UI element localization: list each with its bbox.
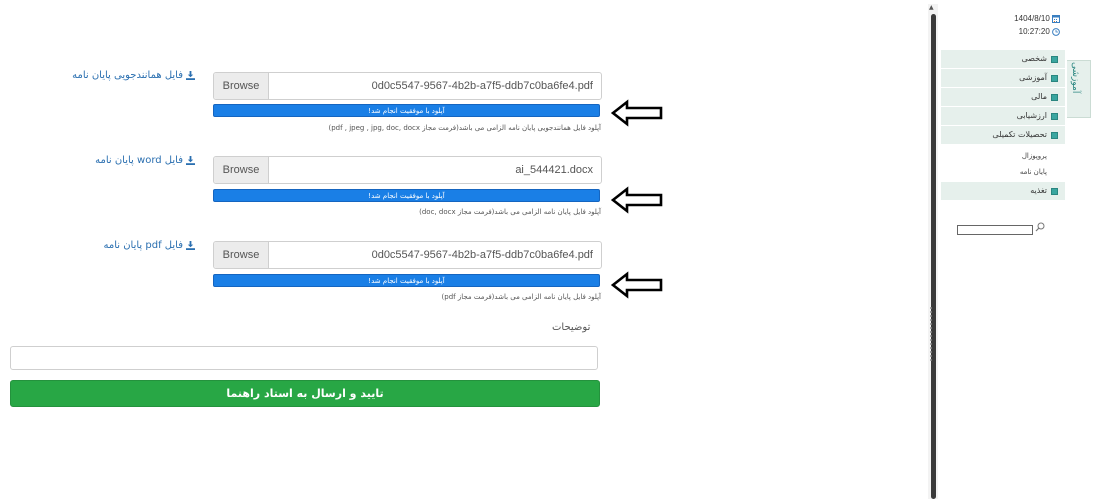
sidebar-menu: شخصی آموزشی مالی ارزشیابی تحصیلات تکمیلی… <box>941 50 1065 201</box>
download-link-label: فایل همانندجویی پایان نامه <box>72 70 183 81</box>
sidebar-item-label: تحصیلات تکمیلی <box>992 130 1047 139</box>
scrollbar-thumb[interactable] <box>931 14 936 499</box>
download-icon <box>186 71 195 80</box>
sidebar-search-input[interactable] <box>957 225 1033 235</box>
grid-bullet-icon <box>1051 131 1058 139</box>
date-time-panel: 1404/8/10 10:27:20 <box>1000 12 1060 38</box>
upload-progress-bar: آپلود با موفقیت انجام شد! <box>213 274 600 287</box>
sidebar-item-evaluation[interactable]: ارزشیابی <box>941 107 1065 125</box>
sidebar-item-educational[interactable]: آموزشی <box>941 69 1065 87</box>
browse-button[interactable]: Browse <box>214 157 269 183</box>
left-arrow-icon <box>611 99 663 127</box>
download-link-label: فایل pdf پایان نامه <box>103 240 183 251</box>
grid-bullet-icon <box>1051 112 1058 120</box>
sidebar-item-financial[interactable]: مالی <box>941 88 1065 106</box>
upload-progress-bar: آپلود با موفقیت انجام شد! <box>213 189 600 202</box>
upload-hint: آپلود فایل همانندجویی پایان نامه الزامی … <box>328 124 601 132</box>
upload-hint: آپلود فایل پایان نامه الزامی می باشد(فرم… <box>441 293 601 301</box>
sidebar-item-label: آموزشی <box>1019 73 1047 82</box>
download-icon <box>186 156 195 165</box>
sidebar-item-graduate-studies[interactable]: تحصیلات تکمیلی <box>941 126 1065 144</box>
grid-bullet-icon <box>1051 93 1058 101</box>
download-link-word[interactable]: فایل word پایان نامه <box>95 155 195 166</box>
selected-file-name: ai_544421.docx <box>515 164 593 176</box>
sidebar-item-label: ارزشیابی <box>1016 111 1047 120</box>
file-input-pdf[interactable]: Browse 0d0c5547-9567-4b2b-a7f5-ddb7c0ba6… <box>213 241 602 269</box>
upload-progress-bar: آپلود با موفقیت انجام شد! <box>213 104 600 117</box>
clock-icon <box>1052 27 1060 36</box>
sidebar-subitem-thesis[interactable]: پایان نامه <box>941 164 1065 180</box>
upload-hint: آپلود فایل پایان نامه الزامی می باشد(فرم… <box>419 208 601 216</box>
calendar-icon <box>1052 14 1060 23</box>
download-link-pdf[interactable]: فایل pdf پایان نامه <box>103 240 195 251</box>
splitter-grip[interactable] <box>929 306 933 362</box>
browse-button[interactable]: Browse <box>214 73 269 99</box>
selected-file-name: 0d0c5547-9567-4b2b-a7f5-ddb7c0ba6fe4.pdf <box>371 249 593 261</box>
sidebar-item-nutrition[interactable]: تغذیه <box>941 182 1065 200</box>
description-input[interactable] <box>10 346 598 370</box>
scroll-up-arrow-icon[interactable]: ▲ <box>929 4 934 11</box>
grid-bullet-icon <box>1051 74 1058 82</box>
download-icon <box>186 241 195 250</box>
sidebar-item-personal[interactable]: شخصی <box>941 50 1065 68</box>
grid-bullet-icon <box>1051 55 1058 63</box>
file-input-word[interactable]: Browse ai_544421.docx <box>213 156 602 184</box>
selected-file-name: 0d0c5547-9567-4b2b-a7f5-ddb7c0ba6fe4.pdf <box>371 80 593 92</box>
grid-bullet-icon <box>1051 187 1058 195</box>
search-icon[interactable] <box>1035 222 1045 232</box>
sidebar-subitem-proposal[interactable]: پروپوزال <box>941 148 1065 164</box>
current-time: 10:27:20 <box>1018 27 1050 36</box>
sidebar-item-label: شخصی <box>1021 54 1047 63</box>
left-arrow-icon <box>611 271 663 299</box>
description-label: توضیحات <box>552 322 591 333</box>
browse-button[interactable]: Browse <box>214 242 269 268</box>
submit-to-supervisor-button[interactable]: تایید و ارسال به استاد راهنما <box>10 380 600 407</box>
current-date: 1404/8/10 <box>1014 14 1050 23</box>
sidebar-item-label: تغذیه <box>1030 186 1047 195</box>
download-link-plagiarism[interactable]: فایل همانندجویی پایان نامه <box>72 70 195 81</box>
side-tab-label: آموزشی <box>1070 62 1080 94</box>
sidebar-item-label: مالی <box>1031 92 1047 101</box>
file-input-plagiarism[interactable]: Browse 0d0c5547-9567-4b2b-a7f5-ddb7c0ba6… <box>213 72 602 100</box>
download-link-label: فایل word پایان نامه <box>95 155 183 166</box>
left-arrow-icon <box>611 186 663 214</box>
